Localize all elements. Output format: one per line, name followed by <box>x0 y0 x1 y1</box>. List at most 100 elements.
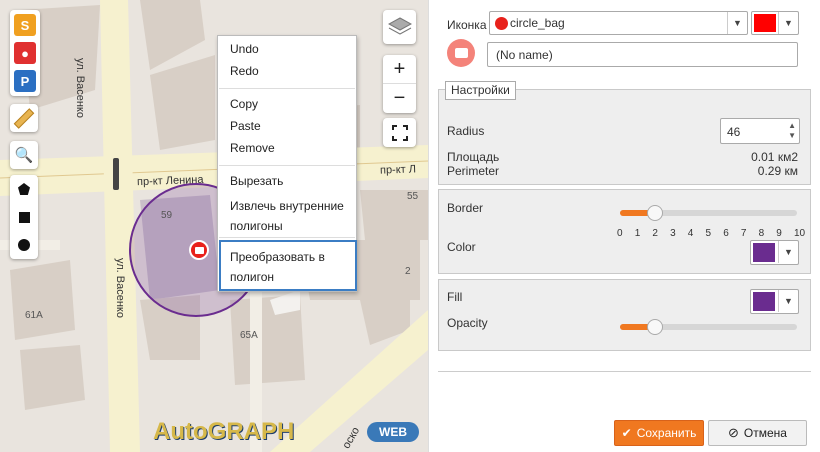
opacity-slider[interactable] <box>620 319 797 335</box>
menu-separator <box>219 88 355 89</box>
stepper-arrows-icon[interactable]: ▲ ▼ <box>788 121 796 141</box>
zoom-control: + − <box>383 55 416 113</box>
bag-avatar-icon <box>447 39 475 67</box>
border-tick-label: 5 <box>705 228 712 239</box>
house-number: 59 <box>161 210 173 221</box>
color-label: Color <box>447 240 476 254</box>
web-badge: WEB <box>367 422 419 442</box>
menu-item-paste[interactable]: Paste <box>230 119 261 134</box>
border-tick-label: 4 <box>687 228 694 239</box>
name-field[interactable]: (No name) <box>487 42 798 67</box>
border-tick-label: 6 <box>723 228 729 239</box>
draw-toolbar <box>10 175 38 259</box>
border-tick-label: 7 <box>740 228 747 239</box>
perimeter-label: Perimeter <box>447 164 500 178</box>
draw-rectangle-button[interactable] <box>10 203 38 231</box>
house-number: 2 <box>405 266 411 277</box>
fullscreen-icon <box>391 124 408 141</box>
layers-icon <box>387 17 412 35</box>
save-label: Сохранить <box>636 426 697 440</box>
menu-separator <box>219 165 355 166</box>
area-value: 0.01 км2 <box>751 150 798 164</box>
save-button[interactable]: ✔ Сохранить <box>614 420 704 446</box>
chevron-down-icon: ▼ <box>778 241 798 263</box>
parking-layer-button[interactable]: P <box>11 67 39 95</box>
radius-value: 46 <box>727 125 741 139</box>
context-menu: Undo Redo Copy Paste Remove Вырезать Изв… <box>217 35 357 292</box>
search-icon: 🔍 <box>14 147 34 164</box>
menu-separator <box>219 237 355 238</box>
route-icon: S <box>14 14 36 36</box>
bag-icon <box>495 17 508 30</box>
fill-color-swatch <box>753 292 775 311</box>
border-tick-label: 1 <box>634 228 641 239</box>
border-tick-label: 2 <box>652 228 658 239</box>
zoom-in-button[interactable]: + <box>383 55 416 84</box>
chevron-down-icon: ▼ <box>727 12 747 34</box>
border-slider-handle[interactable] <box>647 205 664 221</box>
menu-item-convert-to-polygon[interactable]: Преобразовать в полигон <box>230 247 348 287</box>
menu-item-extract-inner-polygons[interactable]: Извлечь внутренние полигоны <box>230 196 352 236</box>
autograph-logo: AutoGRAPH <box>153 418 295 445</box>
fill-box: Fill ▼ Opacity <box>438 279 811 351</box>
layer-toolbar: S ● P <box>10 10 40 96</box>
search-button[interactable]: 🔍 <box>10 141 38 169</box>
icon-select[interactable]: circle_bag ▼ <box>489 11 748 35</box>
house-number: 55 <box>407 191 419 202</box>
icon-label: Иконка <box>447 18 487 32</box>
tracks-layer-button[interactable]: S <box>11 11 39 39</box>
chevron-down-icon: ▼ <box>778 290 798 312</box>
border-tick-label: 9 <box>776 228 782 239</box>
traffic-light-icon <box>113 158 119 190</box>
parking-icon: P <box>14 70 36 92</box>
icon-select-value: circle_bag <box>510 16 565 30</box>
border-tick-label: 3 <box>670 228 676 239</box>
menu-item-cut[interactable]: Вырезать <box>230 174 283 189</box>
border-tick-label: 8 <box>758 228 765 239</box>
draw-polygon-button[interactable] <box>10 175 38 203</box>
divider <box>438 371 811 372</box>
menu-item-redo[interactable]: Redo <box>230 64 259 79</box>
properties-panel: Иконка circle_bag ▼ ▼ (No name) Radius 4… <box>428 0 820 452</box>
pentagon-icon <box>18 183 30 195</box>
opacity-label: Opacity <box>447 316 488 330</box>
menu-item-remove[interactable]: Remove <box>230 141 275 156</box>
street-vasenko-bottom: ул. Васенко <box>114 258 126 318</box>
cancel-button[interactable]: ⊘ Отмена <box>708 420 807 446</box>
border-color-select[interactable]: ▼ <box>750 240 799 265</box>
street-vasenko-top: ул. Васенко <box>74 58 86 118</box>
menu-item-undo[interactable]: Undo <box>230 42 259 57</box>
house-number: 65А <box>240 330 258 341</box>
area-label: Площадь <box>447 150 500 164</box>
menu-item-copy[interactable]: Copy <box>230 97 258 112</box>
fullscreen-button[interactable] <box>383 118 416 147</box>
border-tick-label: 0 <box>617 228 623 239</box>
map-background <box>0 0 428 452</box>
border-slider[interactable] <box>620 205 797 221</box>
chevron-down-icon: ▼ <box>778 12 798 34</box>
check-icon: ✔ <box>621 426 632 440</box>
fill-color-select[interactable]: ▼ <box>750 289 799 314</box>
name-field-value: (No name) <box>496 48 553 62</box>
pois-layer-button[interactable]: ● <box>11 39 39 67</box>
border-label: Border <box>447 201 484 215</box>
icon-color-select[interactable]: ▼ <box>751 11 799 35</box>
circle-icon <box>18 239 30 251</box>
perimeter-value: 0.29 км <box>757 164 798 178</box>
draw-circle-button[interactable] <box>10 231 38 259</box>
zoom-out-button[interactable]: − <box>383 84 416 113</box>
pin-icon: ● <box>14 42 36 64</box>
opacity-slider-handle[interactable] <box>647 319 664 335</box>
ruler-button[interactable] <box>10 104 38 132</box>
bag-marker-icon[interactable] <box>189 240 209 260</box>
street-lenina-left: пр-кт Ленина <box>136 173 204 189</box>
fill-label: Fill <box>447 290 463 304</box>
house-number: 61А <box>25 310 43 321</box>
settings-box: Radius 46 ▲ ▼ Площадь 0.01 км2 Perimeter … <box>438 89 811 185</box>
radius-label: Radius <box>447 124 485 138</box>
street-lenina-right: пр-кт Л <box>379 163 417 177</box>
radius-stepper[interactable]: 46 ▲ ▼ <box>720 118 800 144</box>
layers-button[interactable] <box>383 10 416 44</box>
border-color-swatch <box>753 243 775 262</box>
map[interactable]: ул. Васенко ул. Васенко пр-кт Ленина пр-… <box>0 0 428 452</box>
